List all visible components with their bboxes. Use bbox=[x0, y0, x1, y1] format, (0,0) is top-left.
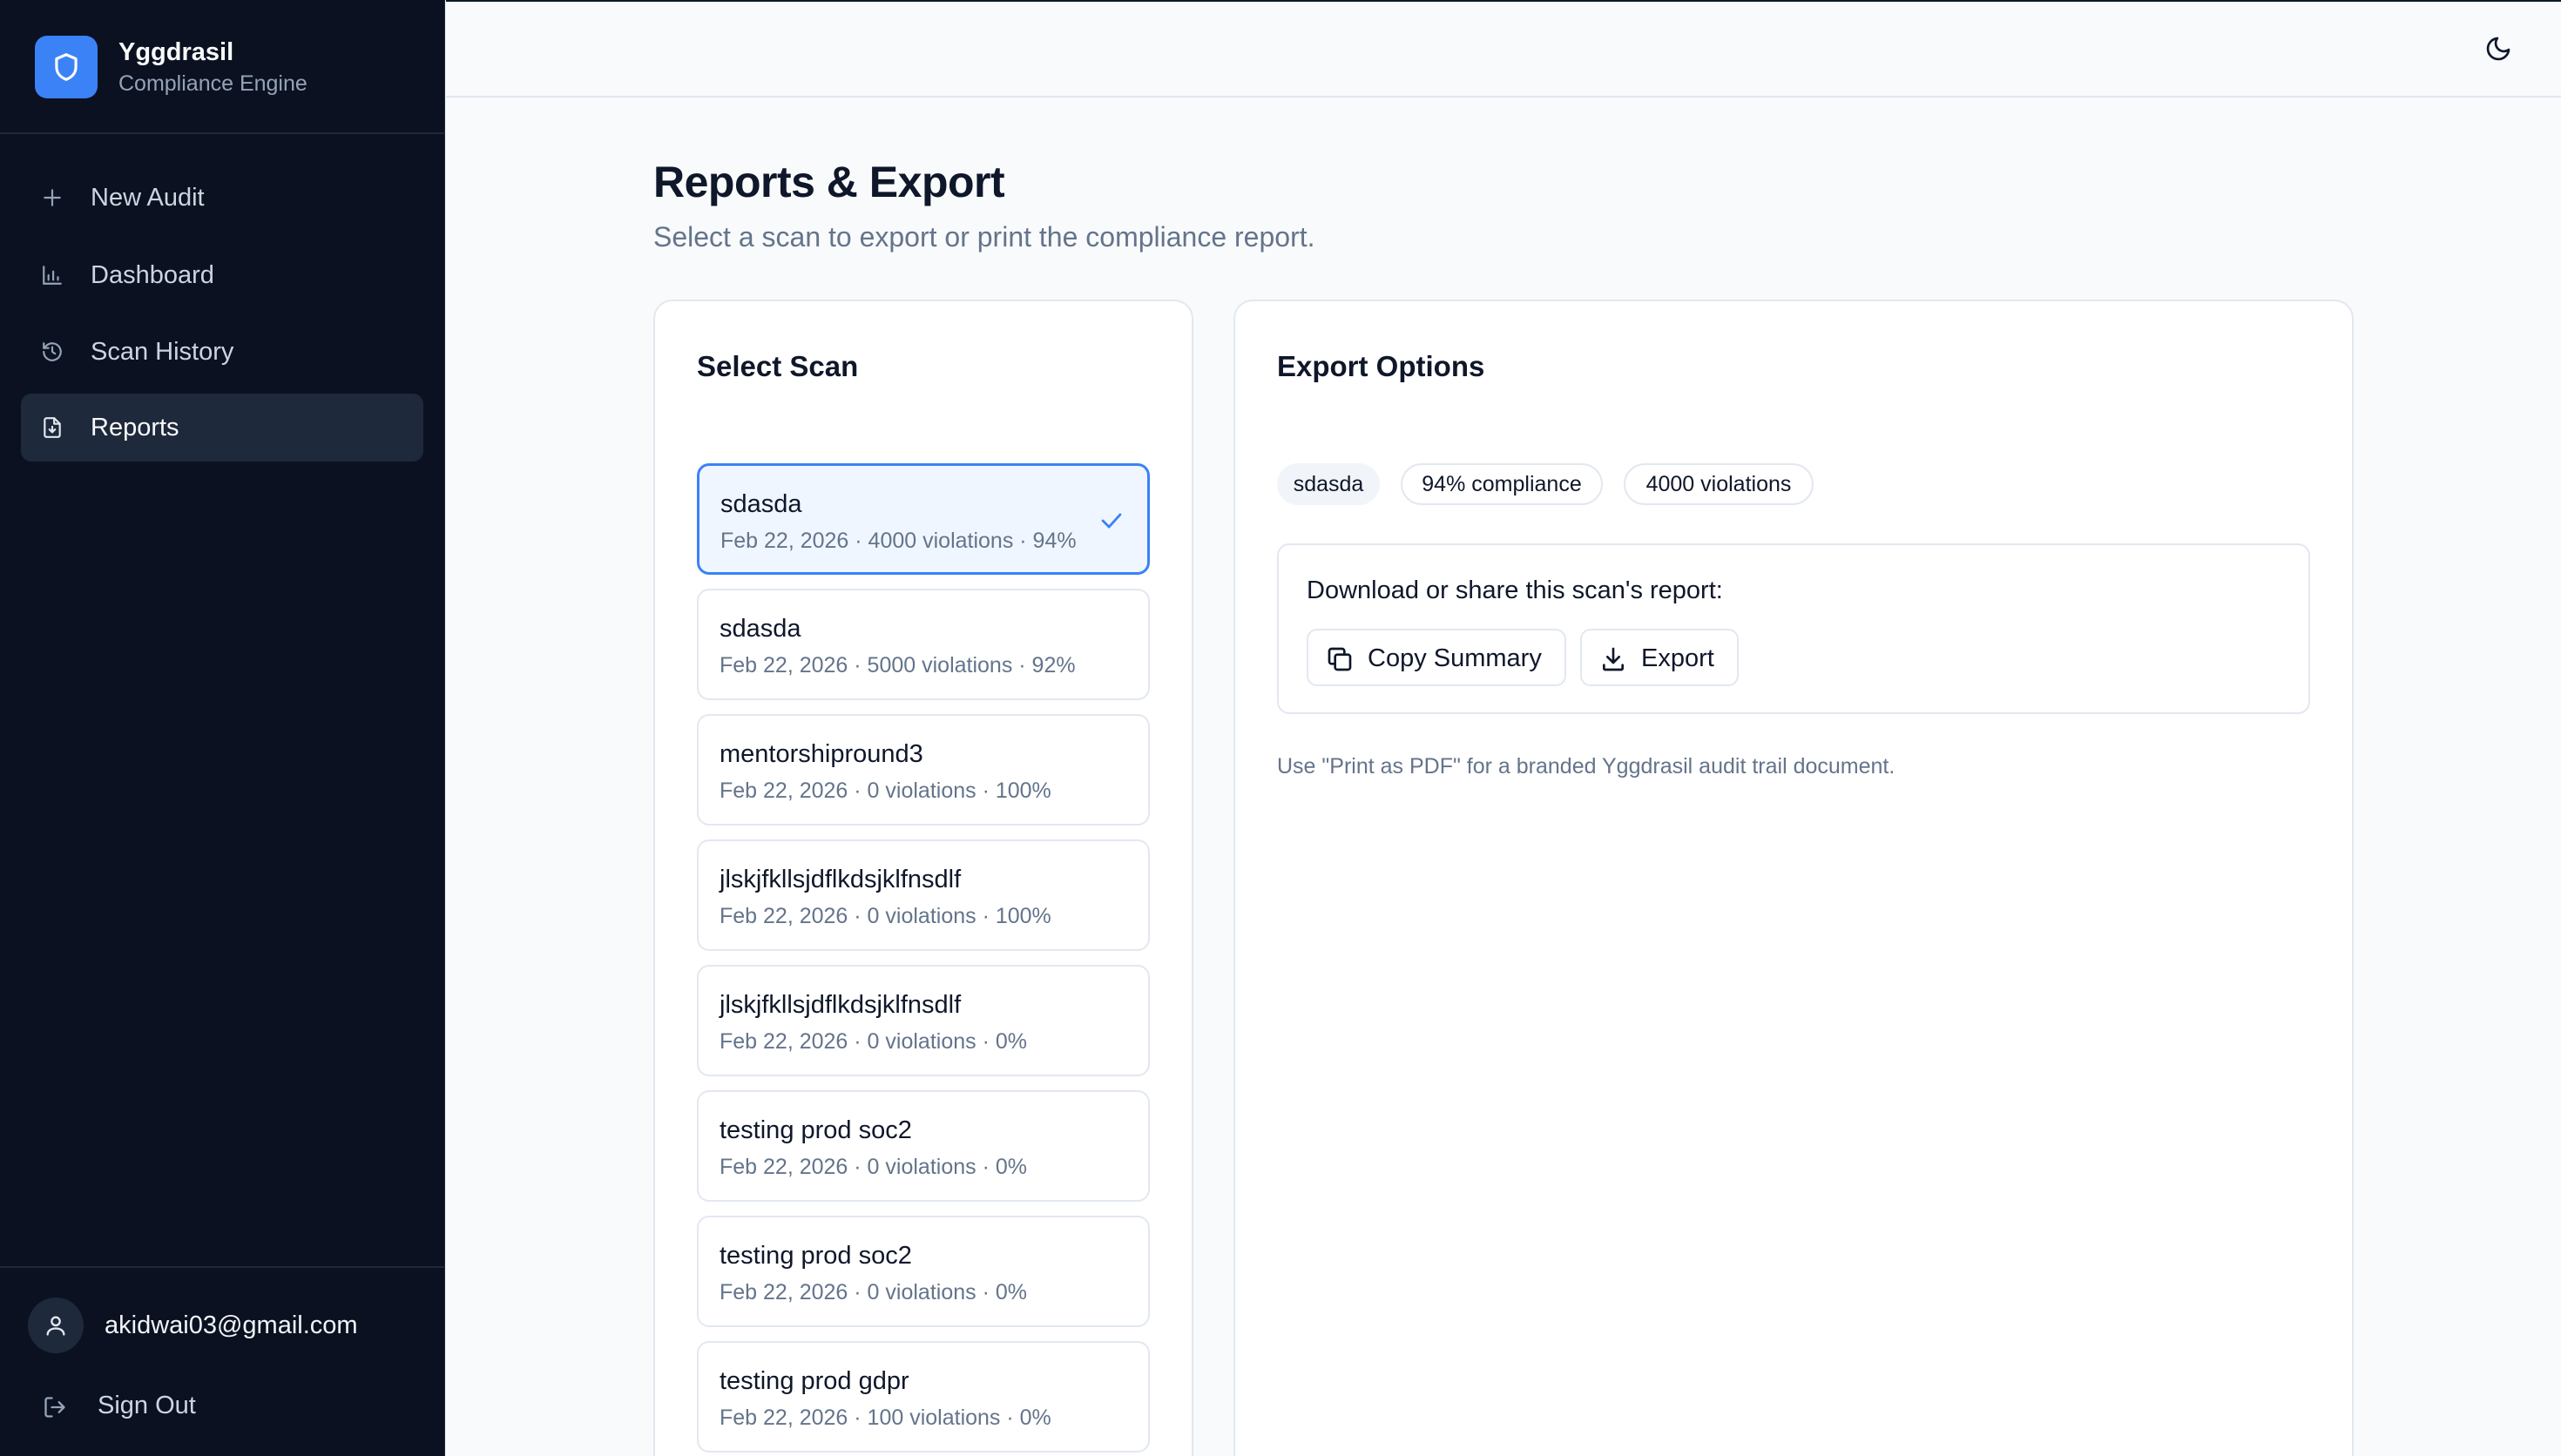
file-download-icon bbox=[40, 415, 64, 440]
scan-list-item[interactable]: testing prod soc2 Feb 22, 2026 · 0 viola… bbox=[697, 1090, 1150, 1202]
top-bar bbox=[446, 0, 2561, 98]
select-scan-card: Select Scan sdasda Feb 22, 2026 · 4000 v… bbox=[653, 300, 1193, 1456]
copy-icon bbox=[1328, 647, 1352, 671]
user-email: akidwai03@gmail.com bbox=[105, 1311, 358, 1339]
scan-meta: Feb 22, 2026 · 4000 violations · 94% bbox=[720, 529, 1077, 553]
nav-label: Dashboard bbox=[91, 260, 214, 289]
scan-meta: Feb 22, 2026 · 0 violations · 0% bbox=[720, 1280, 1027, 1304]
violations-chip: 4000 violations bbox=[1624, 463, 1814, 505]
scan-name: sdasda bbox=[720, 490, 802, 518]
sign-out-label: Sign Out bbox=[98, 1392, 196, 1419]
download-panel: Download or share this scan's report: Co… bbox=[1277, 543, 2310, 714]
brand-subtitle: Compliance Engine bbox=[118, 71, 307, 96]
export-note: Use "Print as PDF" for a branded Yggdras… bbox=[1277, 754, 1895, 779]
select-scan-title: Select Scan bbox=[697, 350, 859, 382]
export-options-card: Export Options sdasda 94% compliance 400… bbox=[1233, 300, 2354, 1456]
copy-summary-label: Copy Summary bbox=[1368, 644, 1542, 672]
export-label: Export bbox=[1641, 644, 1714, 672]
scan-list-item[interactable]: testing prod gdpr Feb 22, 2026 · 100 vio… bbox=[697, 1341, 1150, 1453]
scan-name: sdasda bbox=[720, 615, 801, 643]
user-icon bbox=[28, 1298, 84, 1353]
scan-meta: Feb 22, 2026 · 0 violations · 0% bbox=[720, 1029, 1027, 1054]
copy-summary-button[interactable]: Copy Summary bbox=[1307, 629, 1566, 686]
download-icon bbox=[1603, 647, 1624, 671]
scan-name: jlskjfkllsjdflkdsjklfnsdlf bbox=[720, 866, 962, 893]
scan-list-item[interactable]: mentorshipround3 Feb 22, 2026 · 0 violat… bbox=[697, 714, 1150, 826]
page-title: Reports & Export bbox=[653, 158, 1005, 206]
scan-name: testing prod soc2 bbox=[720, 1242, 912, 1270]
export-button[interactable]: Export bbox=[1580, 629, 1739, 686]
scan-name: testing prod soc2 bbox=[720, 1116, 912, 1144]
moon-icon bbox=[2486, 37, 2510, 61]
nav-label: New Audit bbox=[91, 183, 205, 212]
scan-name: mentorshipround3 bbox=[720, 740, 923, 768]
log-out-icon bbox=[42, 1394, 68, 1420]
scan-meta: Feb 22, 2026 · 0 violations · 0% bbox=[720, 1155, 1027, 1179]
scan-list-item[interactable]: jlskjfkllsjdflkdsjklfnsdlf Feb 22, 2026 … bbox=[697, 839, 1150, 951]
brand-title: Yggdrasil bbox=[118, 38, 234, 66]
sidebar: Yggdrasil Compliance Engine New Audit Da… bbox=[0, 0, 445, 1456]
scan-meta: Feb 22, 2026 · 5000 violations · 92% bbox=[720, 653, 1076, 677]
shield-icon bbox=[35, 36, 98, 98]
scan-name-chip: sdasda bbox=[1277, 463, 1380, 505]
nav-label: Reports bbox=[91, 413, 179, 442]
nav-item-scan-history[interactable]: Scan History bbox=[21, 318, 423, 386]
compliance-chip: 94% compliance bbox=[1401, 463, 1603, 505]
theme-toggle-button[interactable] bbox=[2481, 31, 2516, 66]
scan-meta: Feb 22, 2026 · 100 violations · 0% bbox=[720, 1405, 1051, 1430]
nav-item-dashboard[interactable]: Dashboard bbox=[21, 241, 423, 309]
page-subtitle: Select a scan to export or print the com… bbox=[653, 221, 1315, 253]
download-label: Download or share this scan's report: bbox=[1307, 576, 1723, 604]
scan-meta: Feb 22, 2026 · 0 violations · 100% bbox=[720, 779, 1051, 803]
scan-name: jlskjfkllsjdflkdsjklfnsdlf bbox=[720, 991, 962, 1019]
scan-list-item[interactable]: jlskjfkllsjdflkdsjklfnsdlf Feb 22, 2026 … bbox=[697, 965, 1150, 1076]
history-icon bbox=[40, 340, 64, 364]
scan-meta: Feb 22, 2026 · 0 violations · 100% bbox=[720, 904, 1051, 928]
plus-icon bbox=[40, 185, 64, 210]
sign-out-button[interactable]: Sign Out bbox=[21, 1376, 423, 1437]
bar-chart-icon bbox=[40, 263, 64, 287]
export-options-title: Export Options bbox=[1277, 350, 1485, 382]
nav-item-new-audit[interactable]: New Audit bbox=[21, 164, 423, 232]
sidebar-footer: akidwai03@gmail.com Sign Out bbox=[0, 1266, 445, 1456]
nav-item-reports[interactable]: Reports bbox=[21, 394, 423, 462]
scan-list-item[interactable]: testing prod soc2 Feb 22, 2026 · 0 viola… bbox=[697, 1216, 1150, 1327]
check-icon bbox=[1101, 513, 1122, 529]
nav-label: Scan History bbox=[91, 337, 234, 366]
brand-header: Yggdrasil Compliance Engine bbox=[0, 0, 445, 134]
scan-list-item[interactable]: sdasda Feb 22, 2026 · 5000 violations · … bbox=[697, 589, 1150, 700]
scan-name: testing prod gdpr bbox=[720, 1367, 909, 1395]
scan-list-item[interactable]: sdasda Feb 22, 2026 · 4000 violations · … bbox=[697, 463, 1150, 575]
